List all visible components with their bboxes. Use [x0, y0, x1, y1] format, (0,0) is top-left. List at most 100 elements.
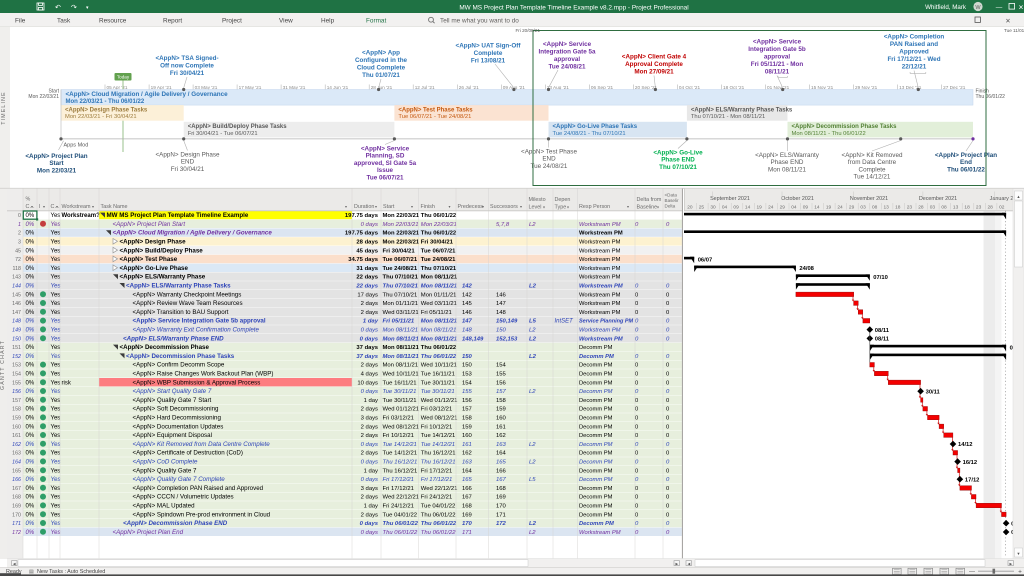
svg-text:Mon 08/11/21: Mon 08/11/21	[421, 275, 458, 281]
svg-text:45: 45	[15, 248, 21, 254]
svg-text:Integration Gate 5b: Integration Gate 5b	[748, 46, 806, 53]
svg-text:163: 163	[12, 451, 21, 457]
svg-text:158: 158	[12, 407, 21, 413]
svg-text:Fri 05/11/21 - Mon: Fri 05/11/21 - Mon	[751, 61, 804, 68]
svg-text:156: 156	[12, 389, 21, 395]
svg-text:22 days: 22 days	[355, 284, 378, 290]
svg-text:29: 29	[780, 204, 786, 210]
svg-text:L2: L2	[529, 442, 536, 448]
svg-text:▾: ▾	[520, 204, 522, 209]
svg-text:October 2021: October 2021	[781, 196, 814, 202]
svg-text:▾: ▾	[627, 204, 629, 209]
svg-text:+: +	[1018, 568, 1022, 575]
svg-text:Tue 24/08/21: Tue 24/08/21	[549, 64, 586, 71]
svg-text:risk: risk	[62, 380, 72, 386]
svg-text:0%: 0%	[26, 336, 35, 342]
svg-text:Tue 30/11/21: Tue 30/11/21	[383, 389, 417, 395]
svg-text:<AppN> Test Phase: <AppN> Test Phase	[521, 149, 577, 156]
svg-text:13: 13	[884, 204, 890, 210]
svg-text:3: 3	[18, 240, 21, 246]
svg-text:Yes: Yes	[51, 380, 61, 386]
svg-text:07/10: 07/10	[873, 275, 888, 281]
svg-text:Wed 01/12/21: Wed 01/12/21	[383, 407, 420, 413]
svg-text:Mon 22/03/21: Mon 22/03/21	[383, 222, 419, 228]
svg-text:Workstream PM: Workstream PM	[579, 257, 621, 263]
svg-text:▶: ▶	[1009, 562, 1012, 566]
svg-text:23 Aug '21: 23 Aug '21	[547, 85, 569, 90]
svg-text:Decomm PM: Decomm PM	[579, 512, 613, 518]
svg-text:Workstream PM: Workstream PM	[579, 301, 621, 307]
svg-text:166: 166	[462, 486, 473, 492]
svg-text:150: 150	[12, 336, 21, 342]
svg-text:08: 08	[941, 204, 947, 210]
svg-text:▲: ▲	[1017, 194, 1021, 199]
svg-text:▾: ▾	[449, 204, 451, 209]
svg-text:<AppN> Cloud Migration / Agile: <AppN> Cloud Migration / Agile Delivery …	[66, 91, 229, 98]
svg-text:Mon 08/11/21: Mon 08/11/21	[383, 363, 419, 369]
svg-text:Baseline: Baseline	[637, 205, 658, 211]
svg-text:<AppN> Design Phase Tasks: <AppN> Design Phase Tasks	[65, 107, 148, 113]
svg-text:Thu 07/10/21: Thu 07/10/21	[383, 292, 418, 298]
svg-text:<AppN> TSA Signed-: <AppN> TSA Signed-	[155, 55, 218, 62]
svg-text:Tue 30/11/21: Tue 30/11/21	[421, 389, 455, 395]
svg-text:<AppN> Test Phase: <AppN> Test Phase	[120, 256, 178, 263]
svg-text:Thu 06/01/22: Thu 06/01/22	[421, 512, 456, 518]
svg-text:162: 162	[462, 451, 472, 457]
svg-text:29 Nov '21: 29 Nov '21	[855, 85, 878, 90]
svg-text:14 Jun '21: 14 Jun '21	[327, 85, 349, 90]
svg-text:161: 161	[12, 433, 21, 439]
svg-text:<AppN> Go-Live Phase Tasks: <AppN> Go-Live Phase Tasks	[553, 124, 638, 130]
svg-text:<AppN> WBP Submission & Approv: <AppN> WBP Submission & Approval Process	[133, 379, 261, 386]
svg-text:Tue 30/11/21: Tue 30/11/21	[383, 398, 417, 404]
svg-text:✕: ✕	[1005, 18, 1010, 25]
svg-text:Mon 08/11/21: Mon 08/11/21	[421, 284, 457, 290]
svg-text:Tue 14/12/21: Tue 14/12/21	[421, 433, 456, 439]
svg-text:Thu 07/10/21 - Mon 08/11/21: Thu 07/10/21 - Mon 08/11/21	[691, 114, 765, 120]
svg-text:—: —	[996, 4, 1003, 11]
svg-text:Tue 30/11/21: Tue 30/11/21	[421, 380, 455, 386]
svg-text:148: 148	[496, 310, 507, 316]
svg-text:<AppN> Project Plan: <AppN> Project Plan	[935, 152, 997, 159]
svg-text:<AppN> CCCN / Volumetric Updat: <AppN> CCCN / Volumetric Updates	[133, 494, 234, 501]
svg-text:<AppN> Certificate of Destruct: <AppN> Certificate of Destruction (CoD)	[133, 450, 243, 457]
svg-text:1: 1	[18, 222, 21, 228]
svg-text:0%: 0%	[26, 213, 35, 219]
svg-text:Yes: Yes	[51, 301, 61, 307]
svg-text:157: 157	[496, 389, 507, 395]
svg-text:Workstream PM: Workstream PM	[579, 248, 621, 254]
svg-text:Thu 06/01/22: Thu 06/01/22	[421, 530, 456, 536]
svg-text:Issue: Issue	[377, 167, 394, 174]
svg-text:↶: ↶	[55, 5, 61, 12]
svg-text:0 days: 0 days	[360, 336, 379, 342]
svg-text:Tue 16/11/21: Tue 16/11/21	[421, 372, 455, 378]
svg-text:Fri 30/04/21: Fri 30/04/21	[171, 166, 205, 173]
svg-text:Thu 06/01/22: Thu 06/01/22	[383, 521, 419, 527]
svg-text:L5: L5	[529, 319, 537, 325]
svg-text:161: 161	[496, 424, 506, 430]
svg-text:Workstream PM: Workstream PM	[579, 292, 621, 298]
svg-text:0%: 0%	[26, 433, 35, 439]
svg-text:Help: Help	[321, 17, 335, 24]
svg-text:Decomm PM: Decomm PM	[579, 372, 613, 378]
svg-text:Yes: Yes	[51, 213, 61, 219]
svg-text:Thu 06/01/22: Thu 06/01/22	[421, 345, 457, 351]
svg-text:▾: ▾	[567, 205, 569, 210]
svg-text:Decomm PM: Decomm PM	[579, 424, 613, 430]
svg-text:150: 150	[462, 354, 473, 360]
svg-text:Decomm PM: Decomm PM	[579, 477, 613, 483]
svg-text:Workstream PM: Workstream PM	[579, 240, 621, 246]
svg-text:150: 150	[462, 363, 473, 369]
svg-text:147: 147	[12, 310, 21, 316]
svg-text:45 days: 45 days	[356, 248, 378, 254]
svg-text:Wed 01/12/21: Wed 01/12/21	[421, 398, 458, 404]
svg-text:Decomm PM: Decomm PM	[579, 354, 614, 360]
svg-text:0%: 0%	[26, 257, 35, 263]
svg-text:approval: approval	[554, 56, 580, 63]
svg-text:29: 29	[849, 204, 855, 210]
svg-text:Phase END: Phase END	[771, 159, 804, 166]
svg-text:Type: Type	[555, 205, 567, 211]
svg-text:MW MS Project Plan Template Ti: MW MS Project Plan Template Timeline Exa…	[107, 212, 249, 219]
svg-text:0 days: 0 days	[361, 442, 378, 448]
svg-text:159: 159	[12, 416, 21, 422]
svg-text:Wed 08/12/21: Wed 08/12/21	[421, 416, 458, 422]
